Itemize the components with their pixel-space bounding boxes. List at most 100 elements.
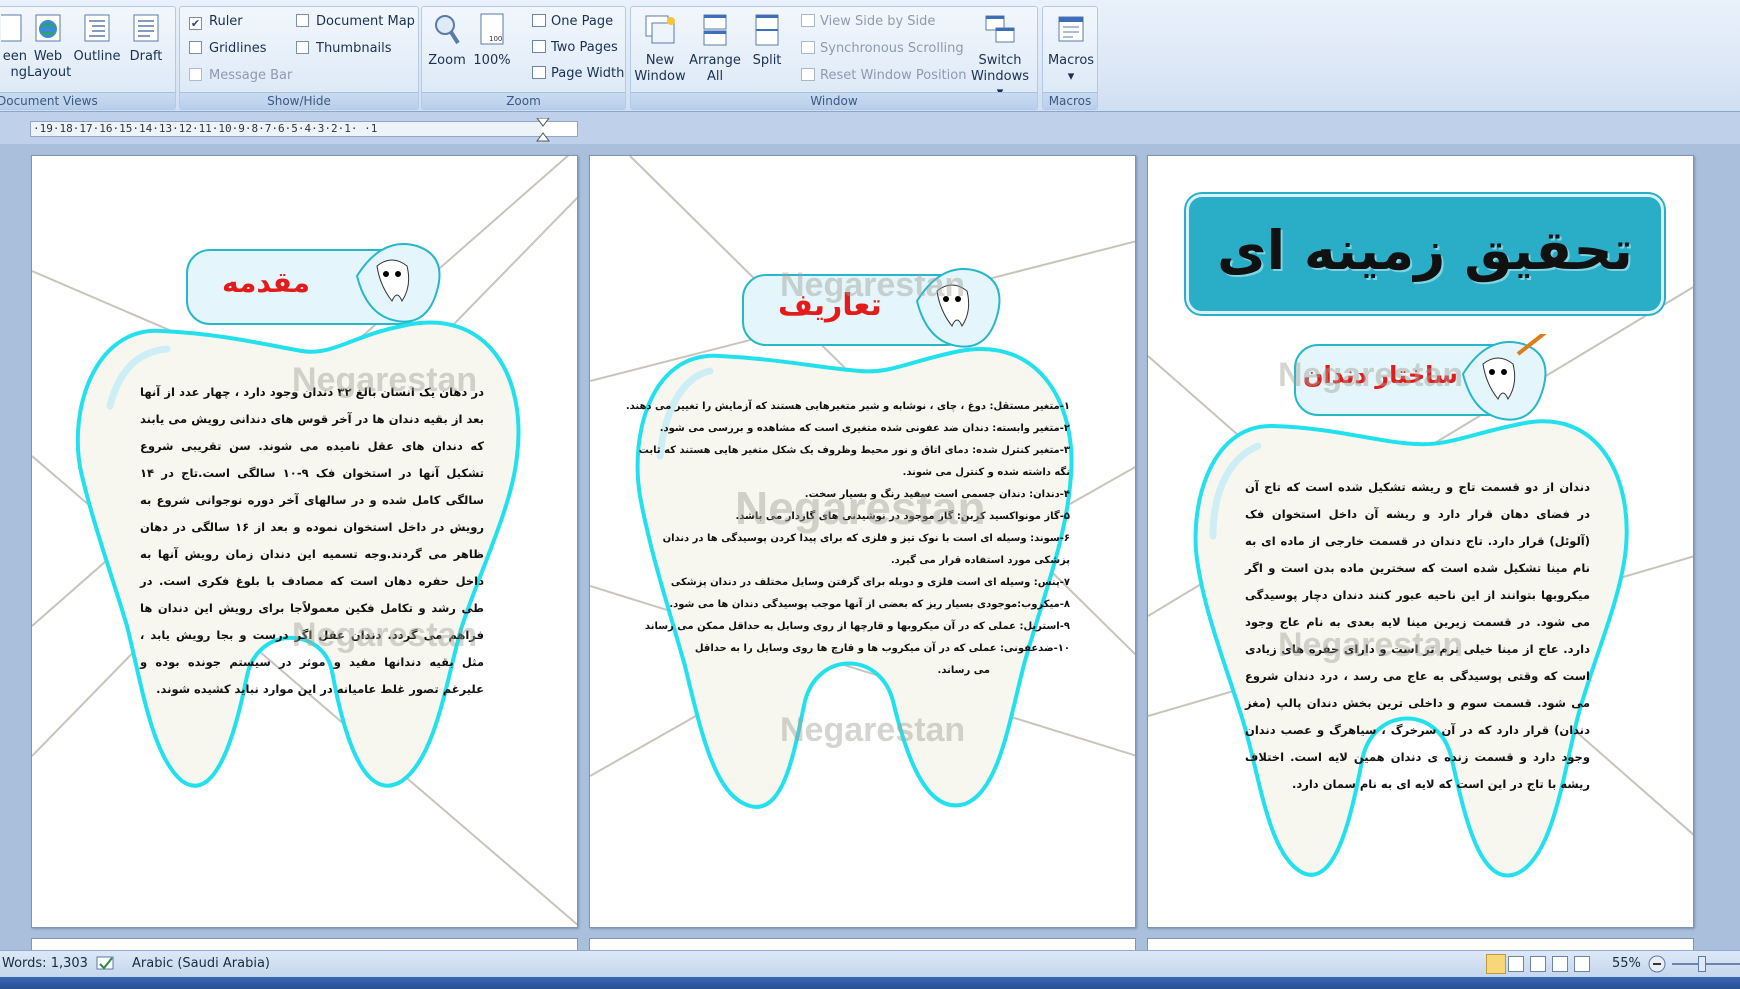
print-layout-icon[interactable]: [1486, 954, 1506, 974]
group-document-views: een ng Web Layout Outline Draft Document…: [0, 6, 176, 110]
definitions-list: ۱-متغیر مستقل: دوغ ، چای ، نوشابه و شیر …: [626, 396, 1070, 682]
definition-line: ۴-دندان: دندان جسمی است سفید رنگ و بسیار…: [804, 489, 1070, 500]
web-layout-icon[interactable]: [1530, 956, 1546, 972]
message-bar-checkbox[interactable]: Message Bar: [189, 66, 292, 86]
full-screen-reading-icon[interactable]: [1508, 956, 1524, 972]
proofing-icon[interactable]: [96, 955, 116, 973]
group-label-document-views: Document Views: [0, 92, 175, 109]
ruler-checkbox[interactable]: ✔ Ruler: [189, 12, 243, 32]
page-3: مقدمه در دهان یک انسان بالغ ۳۲ دندان وجو…: [31, 155, 578, 928]
section-label-text: ساختار دندان: [1303, 361, 1458, 389]
draft-label: Draft: [129, 49, 163, 64]
arrange-all-button[interactable]: Arrange All: [687, 11, 743, 85]
outline-label: Outline: [73, 49, 121, 64]
page-width-button[interactable]: Page Width: [532, 64, 624, 84]
definition-line: ۶-سوند: وسیله ای است با نوک تیز و فلزی ک…: [662, 533, 1070, 544]
macros-button[interactable]: Macros ▾: [1045, 11, 1097, 85]
group-zoom: Zoom 100 100% One Page Two Pages Page Wi…: [421, 6, 626, 110]
tooth-mascot-icon: [355, 243, 441, 323]
indent-marker-icon[interactable]: [536, 118, 550, 142]
zoom-slider-thumb[interactable]: [1698, 956, 1706, 972]
definition-line: ۳-متغیر کنترل شده: دمای اتاق و نور محیط …: [638, 445, 1070, 456]
intro-paragraph: در دهان یک انسان بالغ ۳۲ دندان وجود دارد…: [140, 385, 484, 696]
horizontal-ruler[interactable]: ·19·18·17·16·15·14·13·12·11·10·9·8·7·6·5…: [0, 112, 1740, 144]
new-window-label: New Window: [634, 53, 686, 84]
one-page-label: One Page: [551, 14, 614, 29]
ruler-bar[interactable]: ·19·18·17·16·15·14·13·12·11·10·9·8·7·6·5…: [30, 118, 578, 142]
gridlines-checkbox[interactable]: Gridlines: [189, 39, 267, 59]
tooth-mascot-icon: [915, 268, 1001, 348]
macros-icon: [1058, 16, 1084, 42]
group-window: New Window Arrange All Split View Side b…: [630, 6, 1038, 110]
definition-line: ۷-پنس: وسیله ای است فلزی و دوبله برای گر…: [670, 577, 1070, 588]
thumbnails-checkbox[interactable]: Thumbnails: [296, 39, 392, 59]
switch-windows-icon: [985, 15, 1015, 43]
group-label-window: Window: [631, 92, 1037, 109]
zoom-slider[interactable]: [1672, 963, 1740, 965]
checkbox-empty-icon: [189, 68, 202, 81]
zoom-label: Zoom: [428, 53, 466, 68]
message-bar-label: Message Bar: [209, 68, 293, 83]
group-label-macros: Macros: [1043, 92, 1097, 109]
definition-line: ۲-متغیر وابسته: دندان ضد عفونی شده متغیر…: [659, 423, 1070, 434]
gridlines-label: Gridlines: [209, 41, 267, 56]
tooth-mascot-icon: [1461, 334, 1547, 421]
full-screen-icon: [1, 14, 22, 42]
group-show-hide: ✔ Ruler Gridlines Message Bar Document Ma…: [179, 6, 419, 110]
zoom-level[interactable]: 55%: [1612, 956, 1641, 971]
checkmark-icon: ✔: [189, 17, 202, 30]
two-pages-label: Two Pages: [551, 40, 618, 55]
synchronous-scrolling-label: Synchronous Scrolling: [820, 41, 964, 56]
reset-window-position-label: Reset Window Position: [820, 68, 967, 83]
zoom-100-button[interactable]: 100 100%: [472, 11, 512, 69]
new-window-button[interactable]: New Window: [633, 11, 687, 85]
ruler-numbers: ·19·18·17·16·15·14·13·12·11·10·9·8·7·6·5…: [33, 122, 378, 135]
section-label-text: مقدمه: [222, 266, 310, 299]
arrange-all-icon: [703, 14, 727, 46]
status-bar: Words: 1,303 Arabic (Saudi Arabia) 55%: [0, 950, 1740, 977]
draft-button[interactable]: Draft: [125, 11, 167, 65]
zoom-button[interactable]: Zoom: [426, 11, 468, 69]
magnifier-icon: [435, 15, 460, 45]
language-indicator[interactable]: Arabic (Saudi Arabia): [132, 956, 270, 971]
web-layout-button[interactable]: Web Layout: [27, 11, 72, 81]
arrange-all-label: Arrange All: [689, 53, 741, 84]
view-side-by-side-button[interactable]: View Side by Side: [801, 12, 935, 32]
two-pages-button[interactable]: Two Pages: [532, 38, 618, 58]
full-screen-label: een ng: [2, 49, 27, 80]
macros-label: Macros ▾: [1047, 53, 1095, 84]
split-button[interactable]: Split: [745, 11, 789, 69]
outline-icon[interactable]: [1552, 956, 1568, 972]
draft-icon[interactable]: [1574, 956, 1590, 972]
document-map-checkbox[interactable]: Document Map: [296, 12, 415, 32]
definition-line: ۱۰-ضدعفونی: عملی که در آن میکروب ها و قا…: [694, 643, 1070, 654]
windows-taskbar: [0, 977, 1740, 989]
page-width-icon: [532, 66, 546, 79]
one-page-icon: [532, 14, 546, 27]
two-pages-icon: [532, 40, 546, 53]
full-screen-reading-button[interactable]: een ng: [0, 11, 27, 81]
view-side-by-side-label: View Side by Side: [820, 14, 936, 29]
outline-button[interactable]: Outline: [73, 11, 121, 65]
ruler-label: Ruler: [209, 14, 243, 29]
split-label: Split: [752, 53, 782, 68]
synchronous-scrolling-button[interactable]: Synchronous Scrolling: [801, 39, 964, 59]
definition-line: ۹-استریل: عملی که در آن میکروبها و قارچه…: [644, 621, 1070, 632]
word-count[interactable]: Words: 1,303: [2, 956, 88, 971]
web-layout-label: Web Layout: [27, 49, 72, 80]
zoom-out-icon[interactable]: [1648, 955, 1666, 973]
zoom-100-label: 100%: [473, 53, 511, 68]
checkbox-empty-icon: [296, 41, 309, 54]
draft-icon: [133, 14, 159, 42]
definition-line: نگه داشته شده و کنترل می شوند.: [902, 467, 1070, 478]
one-page-button[interactable]: One Page: [532, 12, 613, 32]
thumbnails-label: Thumbnails: [316, 41, 392, 56]
switch-windows-button[interactable]: Switch Windows ▾: [967, 11, 1033, 101]
reset-window-position-button[interactable]: Reset Window Position: [801, 66, 966, 86]
ribbon-view-tab: een ng Web Layout Outline Draft Document…: [0, 0, 1740, 112]
new-window-icon: [645, 15, 675, 44]
sync-scroll-icon: [801, 41, 815, 54]
web-layout-icon: [35, 14, 61, 42]
definition-line: پزشکی مورد استفاده قرار می گیرد.: [890, 555, 1070, 566]
page-width-label: Page Width: [551, 66, 625, 81]
